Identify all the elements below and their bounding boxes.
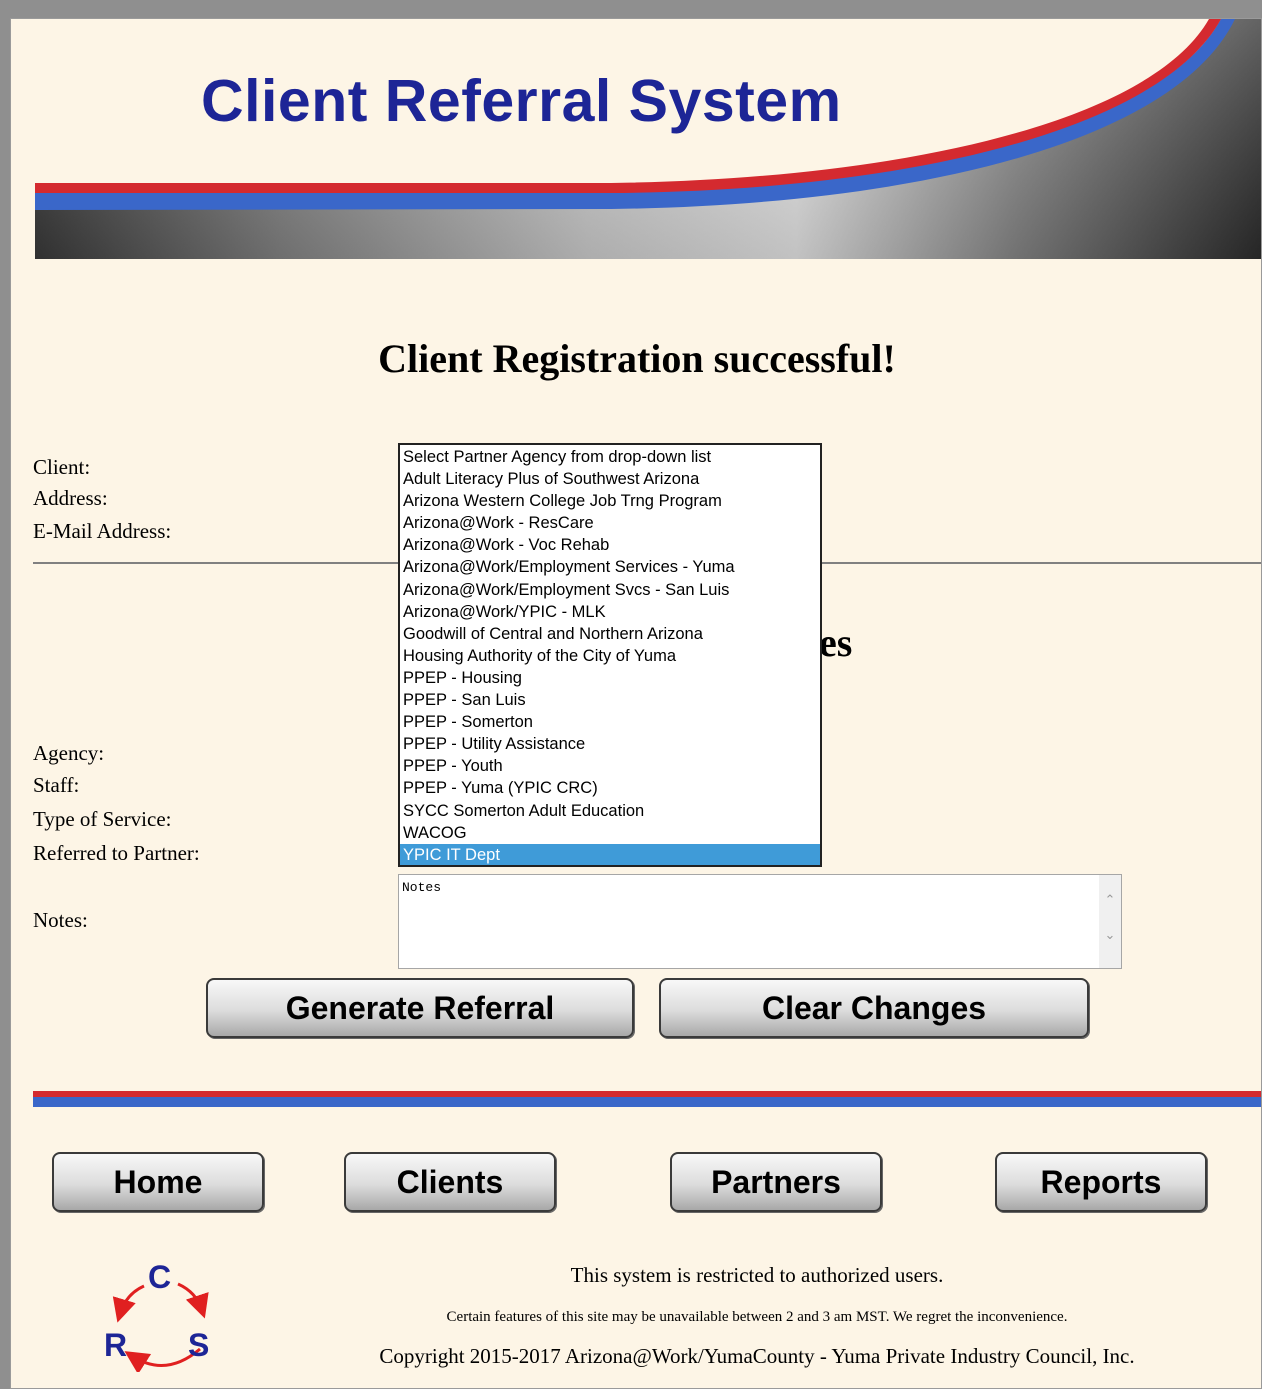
copyright: Copyright 2015-2017 Arizona@Work/YumaCou…: [379, 1344, 1135, 1368]
partner-option[interactable]: Goodwill of Central and Northern Arizona: [400, 623, 820, 645]
notes-label: Notes:: [33, 908, 88, 932]
partner-option[interactable]: PPEP - San Luis: [400, 689, 820, 711]
partner-option[interactable]: Arizona Western College Job Trng Program: [400, 490, 820, 512]
notes-text: Notes: [402, 880, 442, 895]
partner-option[interactable]: Arizona@Work/YPIC - MLK: [400, 601, 820, 623]
partner-option[interactable]: Select Partner Agency from drop-down lis…: [400, 446, 820, 468]
logo-letter-c: C: [148, 1259, 171, 1295]
partner-option[interactable]: YPIC IT Dept: [400, 843, 820, 865]
partner-option[interactable]: Arizona@Work - ResCare: [400, 512, 820, 534]
generate-referral-button[interactable]: Generate Referral: [206, 978, 634, 1038]
partner-option[interactable]: PPEP - Yuma (YPIC CRC): [400, 777, 820, 799]
partner-dropdown-list[interactable]: Select Partner Agency from drop-down lis…: [398, 443, 822, 867]
partner-option[interactable]: PPEP - Youth: [400, 755, 820, 777]
crs-logo: C R S: [104, 1259, 209, 1372]
maintenance-notice: Certain features of this site may be una…: [446, 1309, 1068, 1325]
partner-option[interactable]: PPEP - Housing: [400, 667, 820, 689]
partner-option[interactable]: Adult Literacy Plus of Southwest Arizona: [400, 468, 820, 490]
agency-label: Agency:: [33, 741, 105, 765]
notes-textarea[interactable]: Notes ⌃ ⌄: [398, 874, 1122, 969]
clear-changes-button[interactable]: Clear Changes: [659, 978, 1089, 1038]
address-label: Address:: [33, 486, 108, 510]
nav-reports-button[interactable]: Reports: [995, 1152, 1207, 1212]
app-title: Client Referral System: [201, 68, 842, 134]
logo-letter-s: S: [188, 1327, 209, 1363]
restricted-notice: This system is restricted to authorized …: [570, 1263, 944, 1287]
nav-clients-button[interactable]: Clients: [344, 1152, 556, 1212]
chevron-down-icon[interactable]: ⌄: [1103, 929, 1117, 943]
header-banner: [35, 19, 1261, 259]
status-message: Client Registration successful!: [378, 336, 896, 381]
staff-label: Staff:: [33, 773, 80, 797]
email-label: E-Mail Address:: [33, 519, 172, 543]
nav-partners-button[interactable]: Partners: [670, 1152, 882, 1212]
partner-option[interactable]: Arizona@Work - Voc Rehab: [400, 534, 820, 556]
logo-letter-r: R: [104, 1327, 127, 1363]
chevron-up-icon[interactable]: ⌃: [1103, 894, 1117, 908]
partner-option[interactable]: PPEP - Utility Assistance: [400, 733, 820, 755]
partner-option[interactable]: WACOG: [400, 822, 820, 844]
section-heading-partial: es: [819, 620, 853, 665]
partner-option[interactable]: PPEP - Somerton: [400, 711, 820, 733]
client-label: Client:: [33, 455, 91, 479]
nav-home-button[interactable]: Home: [52, 1152, 264, 1212]
partner-option[interactable]: Arizona@Work/Employment Svcs - San Luis: [400, 579, 820, 601]
notes-scrollbar[interactable]: ⌃ ⌄: [1099, 875, 1121, 968]
partner-option[interactable]: Housing Authority of the City of Yuma: [400, 645, 820, 667]
service-label: Type of Service:: [33, 807, 172, 831]
page: Client Referral System Client Registrati…: [10, 18, 1262, 1389]
partner-option[interactable]: SYCC Somerton Adult Education: [400, 800, 820, 822]
partner-label: Referred to Partner:: [33, 841, 200, 865]
footer-stripe: [33, 1091, 1261, 1107]
partner-option[interactable]: Arizona@Work/Employment Services - Yuma: [400, 556, 820, 578]
